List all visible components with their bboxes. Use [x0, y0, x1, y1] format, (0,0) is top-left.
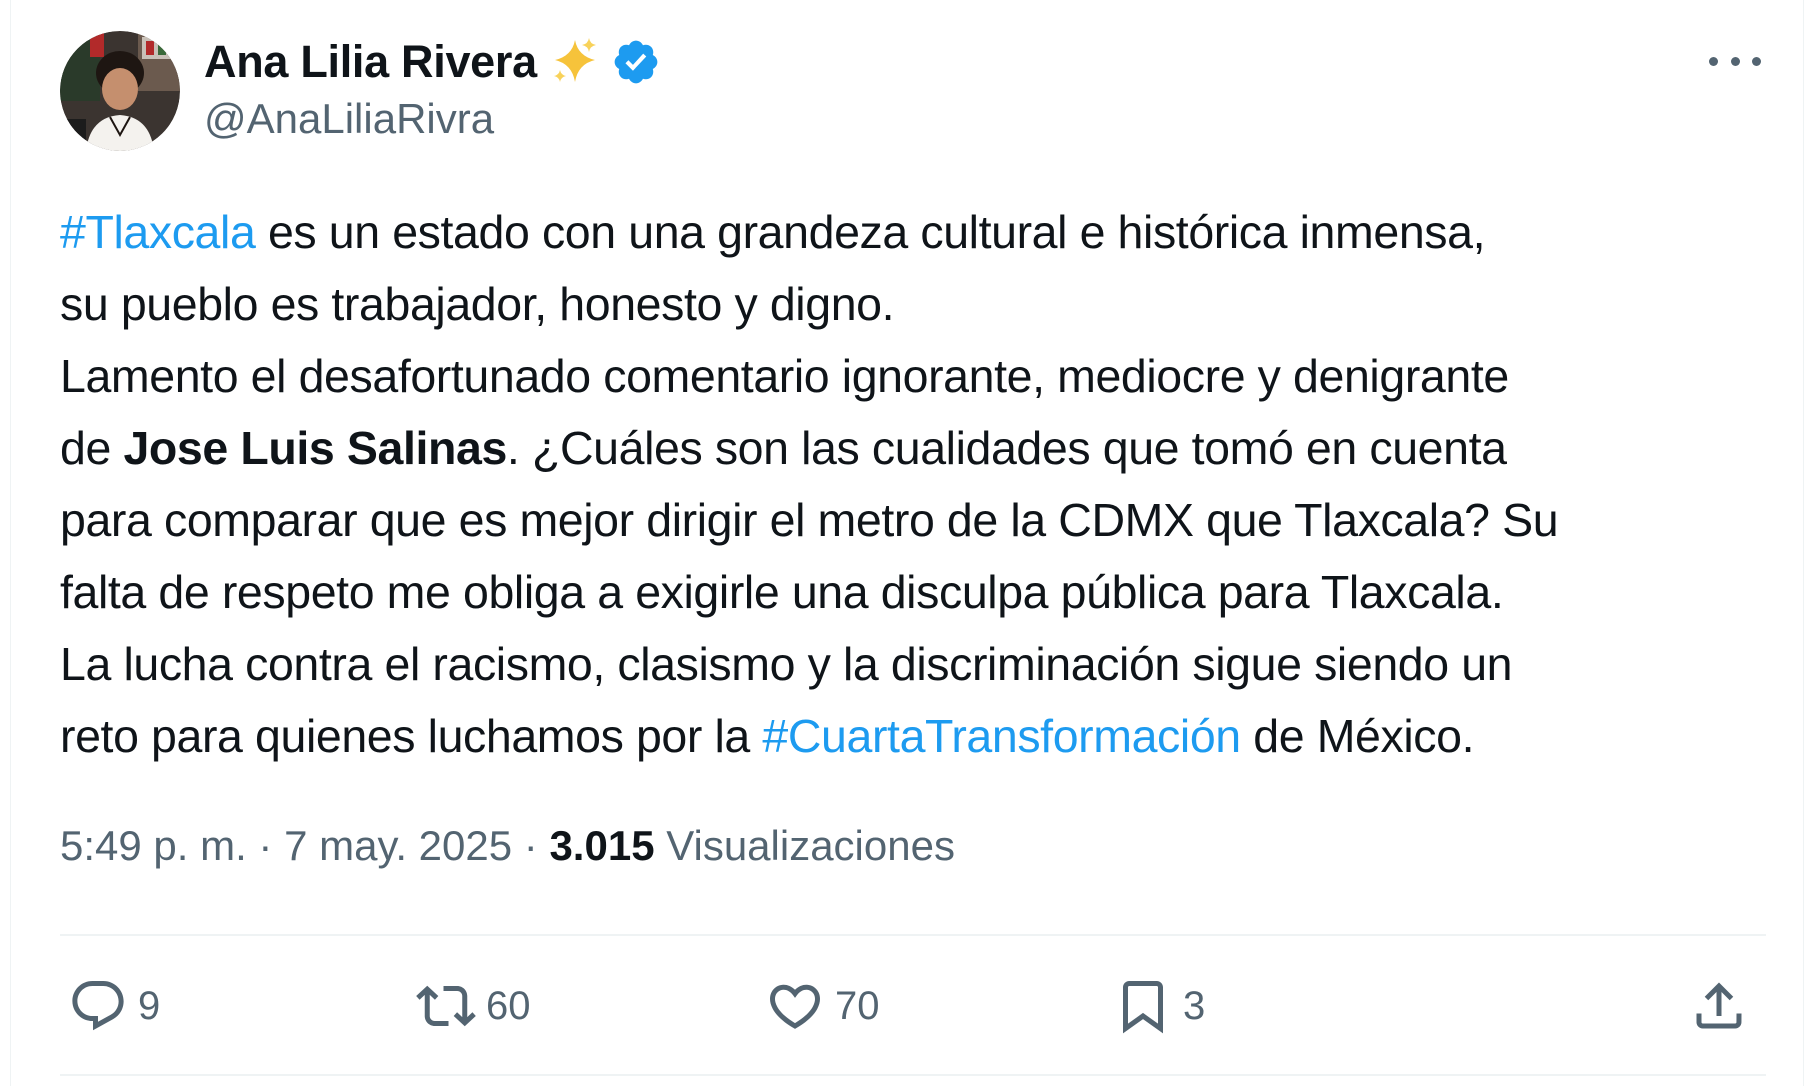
meta-separator: · — [512, 822, 550, 869]
tweet-line: Lamento el desafortunado comentario igno… — [60, 350, 1509, 402]
bookmark-icon — [1123, 981, 1163, 1034]
tweet-line: #Tlaxcala es un estado con una grandeza … — [60, 196, 1790, 268]
tweet-line: de Jose Luis Salinas. ¿Cuáles son las cu… — [60, 412, 1790, 484]
divider — [60, 1074, 1766, 1076]
reply-count: 9 — [138, 983, 161, 1028]
tweet-date[interactable]: 7 may. 2025 — [284, 822, 512, 869]
reply-icon — [72, 981, 124, 1031]
bookmark-count: 3 — [1183, 983, 1206, 1028]
sparkles-icon — [553, 38, 596, 82]
tweet-line: para comparar que es mejor dirigir el me… — [60, 494, 1559, 546]
repost-button[interactable]: 60 — [416, 975, 531, 1037]
tweet-text-segment: . ¿Cuáles son las cualidades que tomó en… — [506, 422, 1507, 474]
repost-icon — [416, 985, 476, 1027]
views-label: Visualizaciones — [654, 822, 955, 869]
author-display-name[interactable]: Ana Lilia Rivera — [204, 36, 537, 88]
tweet-line: falta de respeto me obliga a exigirle un… — [60, 566, 1504, 618]
divider — [60, 934, 1766, 936]
meta-separator: · — [246, 822, 285, 869]
author-name-row: Ana Lilia Rivera — [204, 33, 661, 91]
tweet-line: su pueblo es trabajador, honesto y digno… — [60, 278, 895, 330]
avatar[interactable] — [60, 31, 180, 151]
tweet-text-segment: reto para quienes luchamos por la — [60, 710, 763, 762]
like-button[interactable]: 70 — [765, 975, 880, 1037]
like-count: 70 — [835, 983, 880, 1028]
tweet-text-segment: de México. — [1240, 710, 1475, 762]
tweet-text: #Tlaxcala es un estado con una grandeza … — [60, 196, 1790, 772]
share-icon — [1696, 982, 1742, 1029]
hashtag-link[interactable]: #CuartaTransformación — [762, 710, 1241, 762]
hashtag-link[interactable]: #Tlaxcala — [60, 206, 256, 258]
views-count: 3.015 — [549, 822, 655, 869]
tweet-meta: 5:49 p. m. · 7 may. 2025 · 3.015 Visuali… — [60, 822, 955, 870]
tweet-text-segment: de — [60, 422, 124, 474]
tweet-line: La lucha contra el racismo, clasismo y l… — [60, 638, 1513, 690]
tweet-text-segment: es un estado con una grandeza cultural e… — [255, 206, 1486, 258]
avatar-photo — [60, 31, 180, 151]
tweet-time[interactable]: 5:49 p. m. — [60, 822, 247, 869]
more-options-icon[interactable] — [1709, 44, 1761, 78]
author-handle[interactable]: @AnaLiliaRivra — [204, 95, 494, 143]
share-button[interactable] — [1689, 975, 1749, 1037]
repost-count: 60 — [486, 983, 531, 1028]
tweet-line: reto para quienes luchamos por la #Cuart… — [60, 700, 1790, 772]
bookmark-button[interactable]: 3 — [1113, 975, 1205, 1037]
tweet-card: Ana Lilia Rivera @AnaLiliaRivra #Tlaxcal… — [10, 0, 1804, 1086]
reply-button[interactable]: 9 — [68, 975, 160, 1037]
verified-badge-icon[interactable] — [611, 37, 661, 87]
mentioned-name: Jose Luis Salinas — [123, 422, 507, 474]
like-icon — [769, 984, 821, 1029]
